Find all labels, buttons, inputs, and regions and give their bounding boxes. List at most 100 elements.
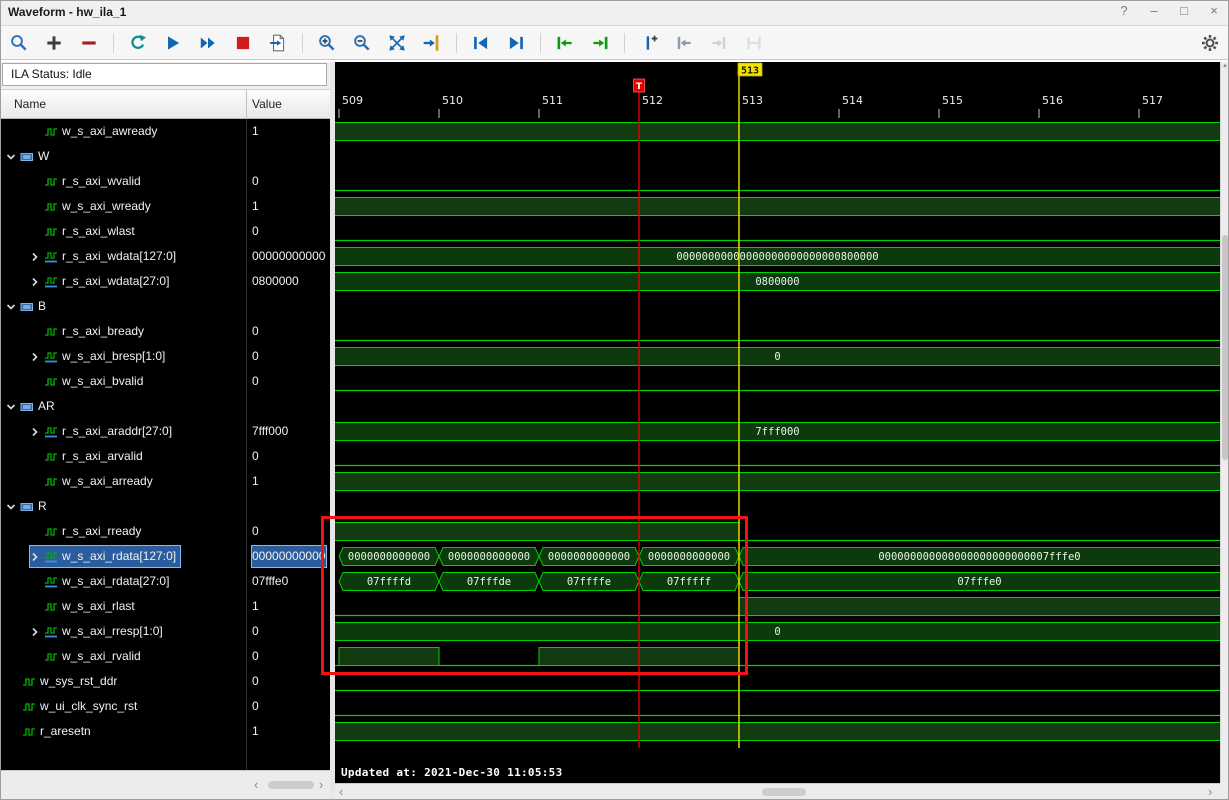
signal-value: 0 [252, 671, 326, 692]
expand-arrow-icon[interactable] [30, 352, 40, 362]
help-button[interactable]: ? [1117, 3, 1131, 18]
group-row[interactable]: AR [0, 394, 330, 419]
signal-row[interactable]: r_s_axi_bready0 [0, 319, 330, 344]
export-ila-data-button[interactable] [267, 32, 289, 54]
settings-button[interactable] [1199, 32, 1221, 54]
signal-row[interactable]: r_s_axi_arvalid0 [0, 444, 330, 469]
swap-markers-button[interactable] [743, 32, 765, 54]
ruler-label: 517 [1142, 94, 1163, 107]
signal-value: 1 [252, 721, 326, 742]
add-probes-button[interactable] [43, 32, 65, 54]
waveform-canvas[interactable]: 5095105115125135145155165170000000000000… [335, 62, 1220, 748]
main-cursor[interactable]: 513 [738, 63, 762, 748]
go-to-trigger-button[interactable] [421, 32, 443, 54]
signal-row[interactable]: w_s_axi_rdata[127:0]000000000000 [0, 544, 330, 569]
column-header: Name Value [0, 89, 335, 119]
wave-icon [44, 126, 58, 138]
signal-name-cell: w_sys_rst_ddr [22, 671, 121, 692]
signal-row[interactable]: w_s_axi_rresp[1:0]0 [0, 619, 330, 644]
signal-row[interactable]: r_s_axi_wdata[127:0]000000000000 [0, 244, 330, 269]
signal-value: 0800000 [252, 271, 326, 292]
signal-name: w_s_axi_rresp[1:0] [62, 621, 163, 642]
window-controls: ? – □ × [1117, 3, 1221, 18]
signal-row[interactable]: r_aresetn1 [0, 719, 330, 744]
signal-row[interactable]: r_s_axi_wdata[27:0]0800000 [0, 269, 330, 294]
signal-value: 000000000000 [252, 546, 326, 567]
maximize-button[interactable]: □ [1177, 3, 1191, 18]
next-marker-button[interactable] [708, 32, 730, 54]
signal-name-cell: r_s_axi_bready [44, 321, 148, 342]
find-button[interactable] [8, 32, 30, 54]
run-trigger-immediate-button[interactable] [162, 32, 184, 54]
signal-row[interactable]: w_s_axi_rvalid0 [0, 644, 330, 669]
toolbar [0, 26, 1229, 60]
signal-row[interactable]: r_s_axi_rready0 [0, 519, 330, 544]
go-to-start-button[interactable] [470, 32, 492, 54]
hscroll-thumb[interactable] [762, 788, 806, 796]
signal-row[interactable]: r_s_axi_araddr[27:0]7fff000 [0, 419, 330, 444]
signal-row[interactable]: w_s_axi_wready1 [0, 194, 330, 219]
signal-name-cell: W [6, 146, 53, 167]
group-row[interactable]: R [0, 494, 330, 519]
collapse-arrow-icon[interactable] [6, 152, 16, 162]
add-marker-button[interactable] [638, 32, 660, 54]
zoom-in-button[interactable] [316, 32, 338, 54]
zoom-fit-button[interactable] [386, 32, 408, 54]
scrollbar-corner [1220, 783, 1229, 800]
scroll-right-icon[interactable]: › [319, 777, 323, 793]
run-all-button[interactable] [197, 32, 219, 54]
bus-value-label: 000000000000000000000000007fffe0 [878, 551, 1080, 563]
signal-row[interactable]: r_s_axi_wlast0 [0, 219, 330, 244]
minimize-button[interactable]: – [1147, 3, 1161, 18]
run-trigger-button[interactable] [127, 32, 149, 54]
previous-transition-button[interactable] [554, 32, 576, 54]
signal-row[interactable]: r_s_axi_wvalid0 [0, 169, 330, 194]
signal-row[interactable]: w_s_axi_rdata[27:0]07fffe0 [0, 569, 330, 594]
next-transition-button[interactable] [589, 32, 611, 54]
expand-arrow-icon[interactable] [30, 627, 40, 637]
expand-arrow-icon[interactable] [30, 552, 40, 562]
bus-value-label: 0000000000000 [648, 551, 730, 563]
group-icon [20, 401, 34, 413]
column-divider[interactable] [246, 90, 247, 118]
signal-row[interactable]: w_s_axi_bresp[1:0]0 [0, 344, 330, 369]
collapse-arrow-icon[interactable] [6, 402, 16, 412]
hscroll-thumb[interactable] [268, 781, 314, 789]
group-row[interactable]: W [0, 144, 330, 169]
expand-arrow-icon[interactable] [30, 427, 40, 437]
previous-marker-button[interactable] [673, 32, 695, 54]
signal-row[interactable]: w_ui_clk_sync_rst0 [0, 694, 330, 719]
signal-value: 0 [252, 346, 326, 367]
signal-row[interactable]: w_s_axi_arready1 [0, 469, 330, 494]
close-button[interactable]: × [1207, 3, 1221, 18]
waveform-row [335, 123, 1220, 141]
signal-row[interactable]: w_s_axi_rlast1 [0, 594, 330, 619]
go-to-end-button[interactable] [505, 32, 527, 54]
signal-name-cell: w_s_axi_wready [44, 196, 155, 217]
scroll-right-icon[interactable]: › [1208, 784, 1212, 800]
vscroll-thumb[interactable] [1222, 235, 1228, 460]
signal-row[interactable]: w_sys_rst_ddr 0 [0, 669, 330, 694]
scroll-up-icon[interactable]: ▲ [1221, 63, 1229, 69]
waveform-vscrollbar[interactable]: ▲ [1220, 62, 1229, 783]
signal-row[interactable]: w_s_axi_bvalid0 [0, 369, 330, 394]
collapse-arrow-icon[interactable] [6, 302, 16, 312]
scroll-left-icon[interactable]: ‹ [339, 784, 343, 800]
ruler-label: 516 [1042, 94, 1063, 107]
waveform-row: 0000000000000 0000000000000 00000000000000… [339, 548, 1220, 566]
expand-arrow-icon[interactable] [30, 277, 40, 287]
stop-trigger-button[interactable] [232, 32, 254, 54]
expand-arrow-icon[interactable] [30, 252, 40, 262]
scroll-left-icon[interactable]: ‹ [254, 777, 258, 793]
zoom-out-button[interactable] [351, 32, 373, 54]
bus-value-label: 0000000000000 [448, 551, 530, 563]
signal-row[interactable]: w_s_axi_awready1 [0, 119, 330, 144]
signal-name: w_s_axi_awready [62, 121, 157, 142]
group-row[interactable]: B [0, 294, 330, 319]
ruler-label: 509 [342, 94, 363, 107]
waveform-hscrollbar[interactable]: ‹ › [335, 783, 1220, 800]
collapse-arrow-icon[interactable] [6, 502, 16, 512]
remove-probes-button[interactable] [78, 32, 100, 54]
left-pane-hscrollbar[interactable]: ‹ › [0, 770, 330, 800]
bus-icon [44, 576, 58, 588]
